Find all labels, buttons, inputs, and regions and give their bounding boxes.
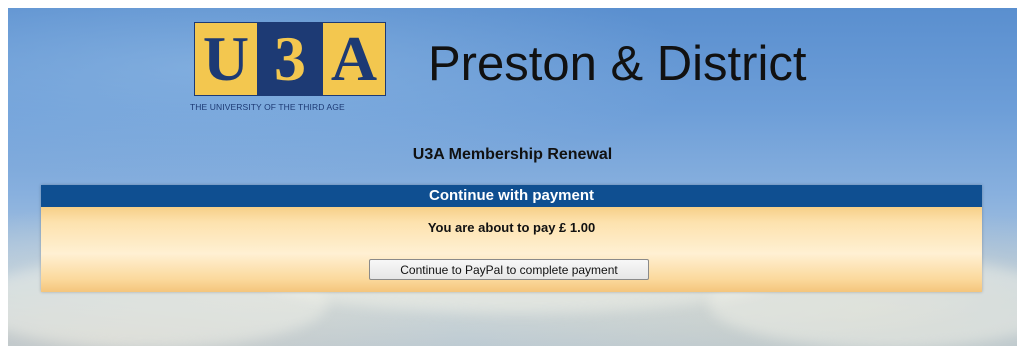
- logo-letter-3: 3: [258, 22, 322, 96]
- payment-panel: Continue with payment You are about to p…: [41, 185, 982, 292]
- continue-to-paypal-button[interactable]: Continue to PayPal to complete payment: [369, 259, 649, 280]
- logo-tiles: U 3 A: [194, 22, 386, 98]
- logo-letter-a: A: [322, 22, 386, 96]
- page: U 3 A THE UNIVERSITY OF THE THIRD AGE Pr…: [0, 0, 1025, 346]
- site-header: U 3 A THE UNIVERSITY OF THE THIRD AGE Pr…: [8, 8, 1017, 138]
- panel-body: You are about to pay £ 1.00 Continue to …: [41, 207, 982, 292]
- logo-tagline: THE UNIVERSITY OF THE THIRD AGE: [190, 102, 345, 112]
- panel-title: Continue with payment: [41, 185, 982, 207]
- sky-background: U 3 A THE UNIVERSITY OF THE THIRD AGE Pr…: [8, 8, 1017, 346]
- site-title: Preston & District: [428, 37, 807, 91]
- logo-letter-u: U: [194, 22, 258, 96]
- page-heading: U3A Membership Renewal: [412, 146, 613, 163]
- payment-amount-message: You are about to pay £ 1.00: [427, 220, 596, 235]
- u3a-logo[interactable]: U 3 A THE UNIVERSITY OF THE THIRD AGE: [186, 22, 402, 114]
